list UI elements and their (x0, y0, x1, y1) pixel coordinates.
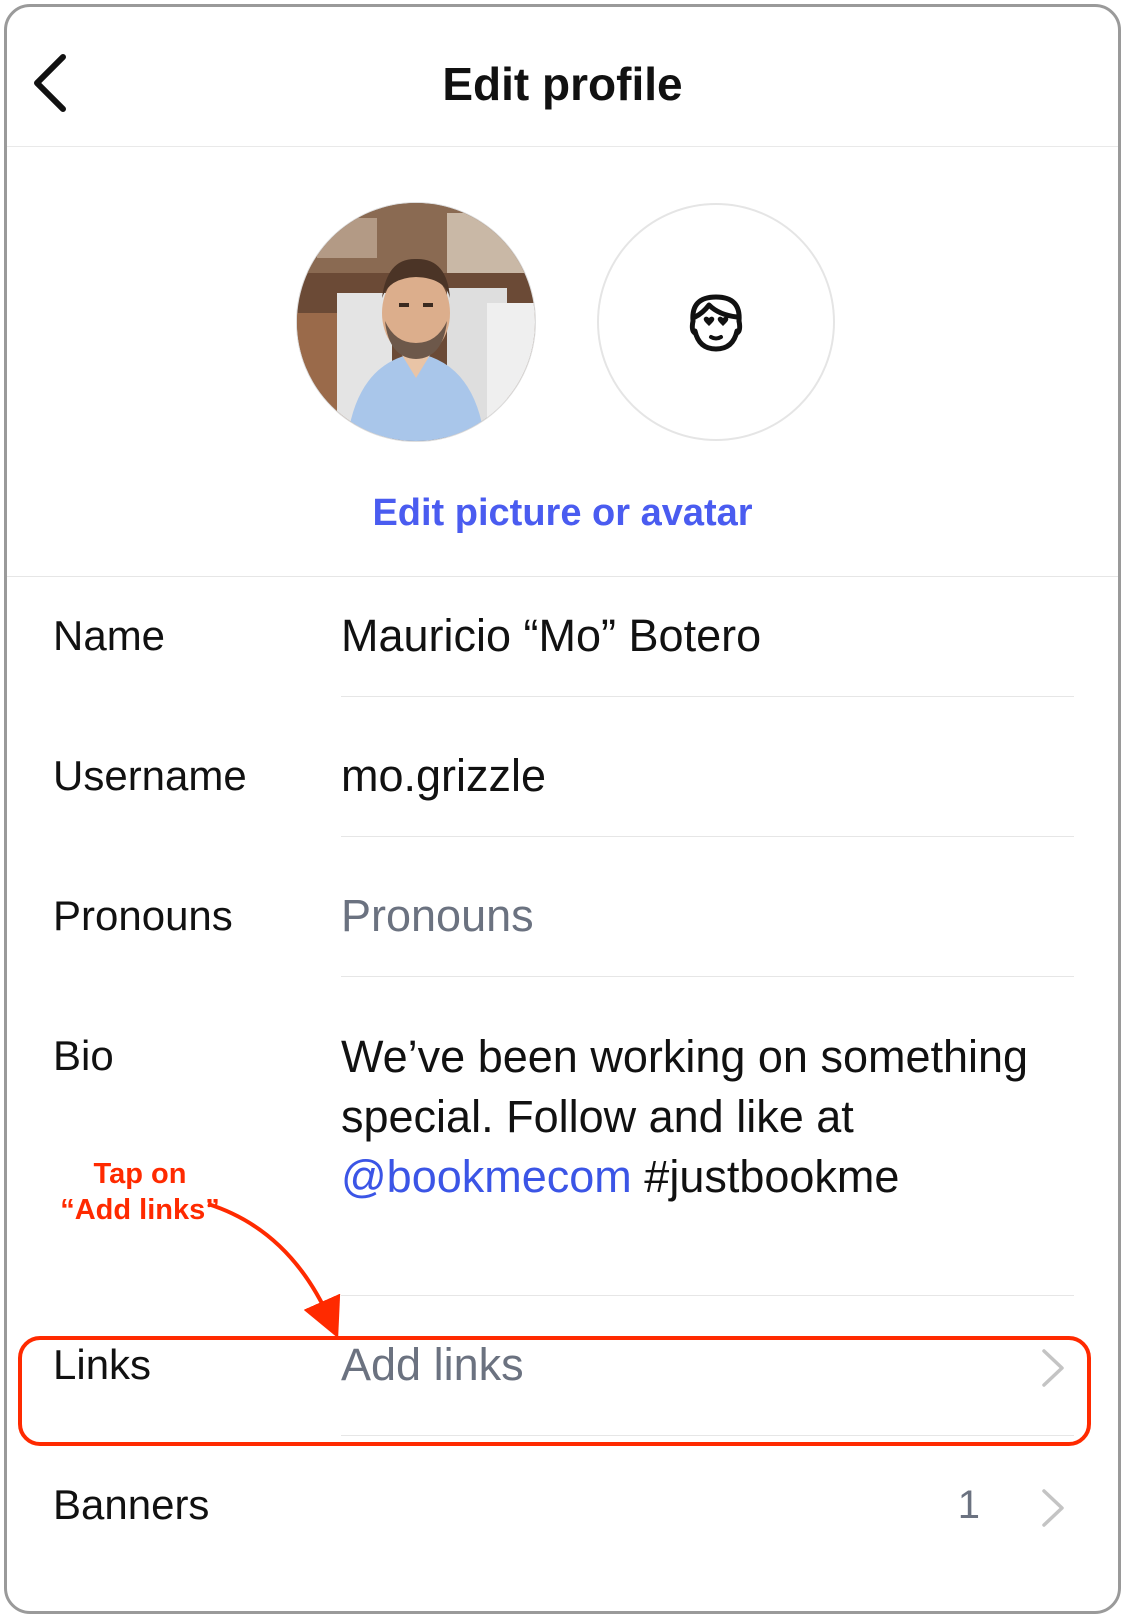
username-row[interactable]: Username mo.grizzle (7, 742, 1118, 842)
avatar-face-icon (689, 294, 743, 352)
pronouns-row[interactable]: Pronouns Pronouns (7, 882, 1118, 982)
divider (341, 696, 1074, 697)
divider (341, 976, 1074, 977)
divider (341, 1295, 1074, 1296)
edit-picture-link[interactable]: Edit picture or avatar (7, 492, 1118, 535)
bio-mention-link[interactable]: @bookmecom (341, 1151, 632, 1202)
name-field[interactable]: Mauricio “Mo” Botero (341, 610, 761, 662)
tap-annotation: Tap on “Add links” (30, 1156, 250, 1228)
banners-label: Banners (53, 1481, 210, 1528)
profile-picture-section: Edit picture or avatar (7, 147, 1118, 577)
annotation-line-2: “Add links” (60, 1194, 220, 1226)
divider (341, 836, 1074, 837)
name-label: Name (53, 612, 166, 659)
banners-row[interactable]: Banners 1 (7, 1467, 1118, 1567)
pronouns-field[interactable]: Pronouns (341, 890, 534, 942)
bio-divider-row (7, 1295, 1118, 1296)
links-row[interactable]: Links Add links (7, 1327, 1118, 1436)
links-label: Links (53, 1341, 152, 1388)
chevron-right-icon (1040, 1487, 1066, 1529)
username-field[interactable]: mo.grizzle (341, 750, 546, 802)
pronouns-label: Pronouns (53, 892, 233, 939)
nav-header: Edit profile (7, 7, 1118, 147)
avatar-option[interactable] (597, 203, 835, 441)
page-title: Edit profile (442, 58, 683, 110)
bio-field[interactable]: We’ve been working on something special.… (341, 1027, 1041, 1207)
bio-label: Bio (53, 1032, 114, 1079)
bio-text: We’ve been working on something special.… (341, 1031, 1029, 1142)
chevron-right-icon (1040, 1347, 1066, 1389)
profile-photo-image (297, 203, 535, 441)
annotation-line-1: Tap on (93, 1158, 187, 1190)
add-links-field[interactable]: Add links (341, 1339, 524, 1391)
screen-frame: Edit profile Edit picture or avatar Name… (4, 4, 1121, 1614)
banners-count: 1 (957, 1483, 980, 1527)
divider (341, 1435, 1074, 1436)
username-label: Username (53, 752, 247, 799)
bio-hashtag: #justbookme (631, 1151, 900, 1202)
name-row[interactable]: Name Mauricio “Mo” Botero (7, 602, 1118, 702)
profile-photo[interactable] (297, 203, 535, 441)
